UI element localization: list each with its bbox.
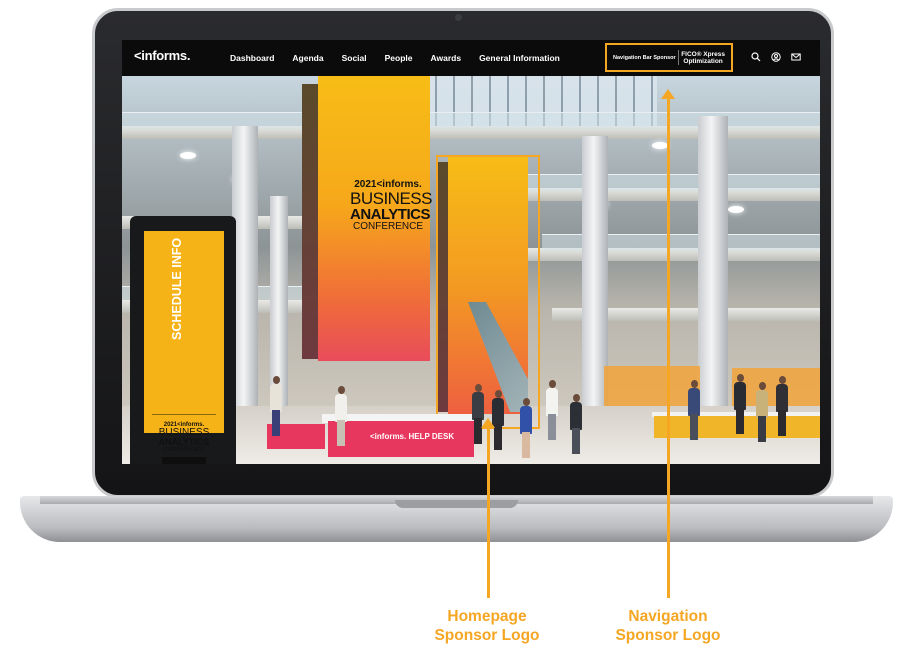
nav-icon-group — [751, 52, 801, 62]
navigation-bar: <informs. Dashboard Agenda Social People… — [122, 40, 820, 76]
mail-icon[interactable] — [791, 52, 801, 62]
user-icon[interactable] — [771, 52, 781, 62]
ceiling-light — [728, 206, 744, 213]
fico-logo-line2: Optimization — [683, 57, 723, 65]
kiosk-conference-logo: 2021<informs. BUSINESS ANALYTICS CONFERE… — [146, 422, 222, 453]
laptop-notch — [395, 500, 518, 508]
virtual-lobby-scene: 2021<informs. BUSINESS ANALYTICS CONFERE… — [122, 76, 820, 464]
navigation-sponsor-callout: Navigation Sponsor Logo — [600, 607, 736, 645]
balcony-glass — [522, 174, 820, 191]
pillar — [698, 116, 728, 426]
navigation-arrow-head-icon — [661, 89, 675, 99]
homepage-sponsor-frame — [436, 155, 540, 429]
search-icon[interactable] — [751, 52, 761, 62]
sponsor-divider — [677, 50, 679, 65]
navigation-callout-arrow — [667, 98, 670, 598]
navigation-sponsor-label: Navigation Bar Sponsor — [613, 54, 676, 61]
kiosk-conference: CONFERENCE — [162, 447, 205, 453]
tower-business: BUSINESS — [350, 189, 432, 208]
nav-item-awards[interactable]: Awards — [431, 53, 462, 63]
informs-logo[interactable]: <informs. — [134, 48, 190, 63]
kiosk-analytics: ANALYTICS — [158, 437, 210, 447]
homepage-arrow-head-icon — [481, 418, 495, 428]
tower-conference-logo: 2021<informs. BUSINESS ANALYTICS CONFERE… — [350, 180, 432, 232]
ceiling-light — [652, 142, 668, 149]
homepage-sponsor-callout: Homepage Sponsor Logo — [422, 607, 552, 645]
nav-item-dashboard[interactable]: Dashboard — [230, 53, 274, 63]
kiosk-divider — [152, 414, 216, 415]
nav-item-people[interactable]: People — [385, 53, 413, 63]
pillar — [270, 196, 288, 416]
nav-item-social[interactable]: Social — [342, 53, 367, 63]
kiosk-stand — [162, 457, 206, 464]
navigation-callout-line1: Navigation — [628, 608, 708, 625]
homepage-callout-line2: Sponsor Logo — [434, 627, 540, 644]
schedule-info-title: SCHEDULE INFO — [170, 237, 184, 340]
navigation-sponsor-box[interactable]: Navigation Bar Sponsor FICO® Xpress Opti… — [605, 43, 733, 72]
homepage-callout-arrow — [487, 428, 490, 598]
tower-conference: CONFERENCE — [352, 221, 423, 232]
fico-sponsor-logo: FICO® Xpress Optimization — [681, 51, 725, 65]
fico-logo-line1: FICO® Xpress — [681, 50, 725, 58]
navigation-callout-line2: Sponsor Logo — [615, 627, 721, 644]
nav-item-agenda[interactable]: Agenda — [292, 53, 323, 63]
ceiling-light — [180, 152, 196, 159]
webcam — [455, 14, 462, 21]
homepage-callout-line1: Homepage — [447, 608, 527, 625]
orange-wall — [604, 366, 700, 406]
help-desk-label: <informs. HELP DESK — [370, 432, 455, 441]
laptop-screen: <informs. Dashboard Agenda Social People… — [122, 40, 820, 464]
tower-analytics: ANALYTICS — [350, 206, 430, 223]
nav-menu: Dashboard Agenda Social People Awards Ge… — [230, 40, 560, 76]
nav-item-general-information[interactable]: General Information — [479, 53, 560, 63]
